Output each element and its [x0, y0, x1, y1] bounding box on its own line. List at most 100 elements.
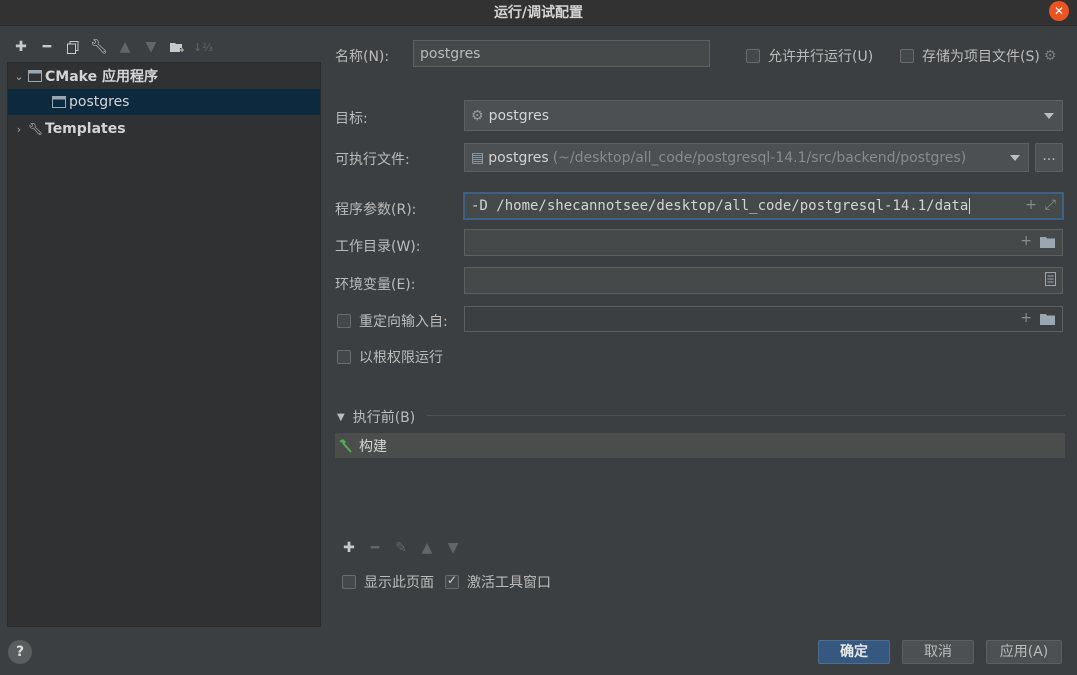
- triangle-up-icon: ▲: [119, 39, 131, 55]
- ok-button[interactable]: 确定: [818, 640, 890, 664]
- move-down-button[interactable]: ▼: [138, 36, 164, 58]
- sort-button[interactable]: ↓⅔: [190, 36, 216, 58]
- folder-add-icon: [170, 43, 184, 52]
- activate-tool-window-checkbox[interactable]: 激活工具窗口: [445, 572, 551, 592]
- name-input[interactable]: postgres: [413, 40, 710, 67]
- name-label: 名称(N):: [335, 49, 390, 65]
- application-icon: [52, 96, 66, 108]
- executable-value: postgres: [488, 149, 549, 166]
- allow-parallel-checkbox[interactable]: 允许并行运行(U): [746, 46, 873, 66]
- expand-icon[interactable]: ⤢: [1045, 197, 1056, 213]
- copy-icon: [67, 40, 79, 54]
- tree-group-label: Templates: [45, 121, 126, 137]
- folder-icon[interactable]: [1040, 313, 1056, 326]
- checkbox-box[interactable]: [445, 573, 459, 589]
- move-task-up-button[interactable]: ▲: [416, 537, 438, 559]
- new-folder-button[interactable]: [164, 36, 190, 58]
- folder-icon[interactable]: [1040, 236, 1056, 249]
- before-launch-toolbar: ✚ ━ ✎ ▲ ▼: [338, 537, 464, 559]
- target-value: postgres: [488, 107, 550, 124]
- browse-button[interactable]: ...: [1035, 143, 1063, 172]
- redirect-input-checkbox[interactable]: 重定向输入自:: [337, 311, 448, 331]
- working-dir-label: 工作目录(W):: [335, 239, 421, 255]
- show-page-label: 显示此页面: [364, 575, 434, 591]
- hammer-icon: [339, 438, 352, 453]
- move-up-button[interactable]: ▲: [112, 36, 138, 58]
- target-select[interactable]: ⚙ postgres: [464, 100, 1063, 131]
- tree-item-postgres[interactable]: postgres: [8, 89, 320, 115]
- edit-templates-button[interactable]: 🔧︎: [86, 36, 112, 58]
- remove-config-button[interactable]: ━: [34, 36, 60, 58]
- program-args-input[interactable]: -D /home/shecannotsee/desktop/all_code/p…: [463, 192, 1064, 220]
- before-launch-item-build[interactable]: 构建: [335, 433, 1065, 458]
- wrench-icon: 🔧︎: [90, 39, 108, 55]
- store-as-project-checkbox[interactable]: 存储为项目文件(S) ⚙: [900, 46, 1056, 66]
- plus-icon: ✚: [343, 540, 355, 556]
- tree-item-label: postgres: [69, 94, 130, 110]
- target-label: 目标:: [335, 111, 368, 127]
- help-button[interactable]: ?: [8, 640, 32, 664]
- gear-icon[interactable]: ⚙: [1044, 48, 1057, 64]
- chevron-down-icon: ⌄: [14, 69, 24, 83]
- remove-task-button[interactable]: ━: [364, 537, 386, 559]
- add-task-button[interactable]: ✚: [338, 537, 360, 559]
- show-page-checkbox[interactable]: 显示此页面: [342, 572, 434, 592]
- chevron-down-icon: [1044, 113, 1054, 119]
- allow-parallel-label: 允许并行运行(U): [768, 49, 874, 65]
- chevron-right-icon: ›: [16, 122, 22, 136]
- activate-tool-window-label: 激活工具窗口: [467, 575, 551, 591]
- executable-label: 可执行文件:: [335, 152, 410, 168]
- window-title: 运行/调试配置: [493, 5, 584, 21]
- edit-task-button[interactable]: ✎: [390, 537, 412, 559]
- gear-icon: ⚙: [471, 107, 484, 124]
- before-launch-header[interactable]: ▼ 执行前(B): [337, 407, 415, 427]
- sort-icon: ↓⅔: [193, 40, 213, 54]
- plus-icon: ✚: [15, 39, 27, 55]
- plus-icon[interactable]: +: [1025, 197, 1037, 213]
- config-tree[interactable]: ⌄ CMake 应用程序 postgres › 🔧︎ Templates: [7, 62, 321, 627]
- chevron-down-icon: [1010, 155, 1020, 161]
- program-args-label: 程序参数(R):: [335, 202, 417, 218]
- run-as-root-checkbox[interactable]: 以根权限运行: [337, 347, 443, 367]
- before-launch-title: 执行前(B): [352, 410, 416, 426]
- close-button[interactable]: ✕: [1049, 1, 1069, 21]
- executable-file-icon: ▤: [471, 149, 485, 166]
- checkbox-box[interactable]: [746, 49, 760, 63]
- plus-icon[interactable]: +: [1020, 233, 1032, 249]
- triangle-up-icon: ▲: [421, 540, 433, 556]
- checkbox-box[interactable]: [900, 49, 914, 63]
- plus-icon[interactable]: +: [1020, 310, 1032, 326]
- checkbox-box[interactable]: [337, 314, 351, 328]
- tree-group-cmake[interactable]: ⌄ CMake 应用程序: [8, 63, 320, 89]
- move-task-down-button[interactable]: ▼: [442, 537, 464, 559]
- name-value: postgres: [420, 45, 481, 62]
- store-as-project-label: 存储为项目文件(S): [922, 49, 1040, 65]
- triangle-down-icon: ▼: [447, 540, 459, 556]
- text-cursor: [969, 198, 971, 214]
- document-list-icon[interactable]: [1045, 272, 1056, 286]
- program-args-value: -D /home/shecannotsee/desktop/all_code/p…: [471, 198, 969, 214]
- tree-group-templates[interactable]: › 🔧︎ Templates: [8, 116, 320, 142]
- apply-button[interactable]: 应用(A): [986, 640, 1062, 664]
- close-icon: ✕: [1053, 4, 1065, 18]
- add-config-button[interactable]: ✚: [8, 36, 34, 58]
- title-bar: 运行/调试配置 ✕: [0, 0, 1077, 26]
- tree-group-label: CMake 应用程序: [45, 69, 158, 85]
- triangle-down-icon: ▼: [337, 411, 345, 423]
- cancel-button[interactable]: 取消: [902, 640, 974, 664]
- redirect-input[interactable]: +: [464, 306, 1063, 332]
- section-divider: [427, 415, 1065, 416]
- wrench-icon: 🔧︎: [28, 122, 44, 136]
- copy-config-button[interactable]: [60, 36, 86, 58]
- triangle-down-icon: ▼: [145, 39, 157, 55]
- pencil-icon: ✎: [395, 540, 407, 556]
- checkbox-box[interactable]: [342, 575, 356, 589]
- config-toolbar: ✚ ━ 🔧︎ ▲ ▼ ↓⅔: [8, 36, 216, 58]
- working-dir-input[interactable]: +: [464, 229, 1063, 256]
- build-label: 构建: [359, 438, 387, 455]
- executable-path: (~/desktop/all_code/postgresql-14.1/src/…: [552, 149, 967, 166]
- env-input[interactable]: [464, 267, 1063, 294]
- checkbox-box[interactable]: [337, 350, 351, 364]
- executable-select[interactable]: ▤ postgres (~/desktop/all_code/postgresq…: [464, 143, 1029, 172]
- application-icon: [28, 70, 42, 82]
